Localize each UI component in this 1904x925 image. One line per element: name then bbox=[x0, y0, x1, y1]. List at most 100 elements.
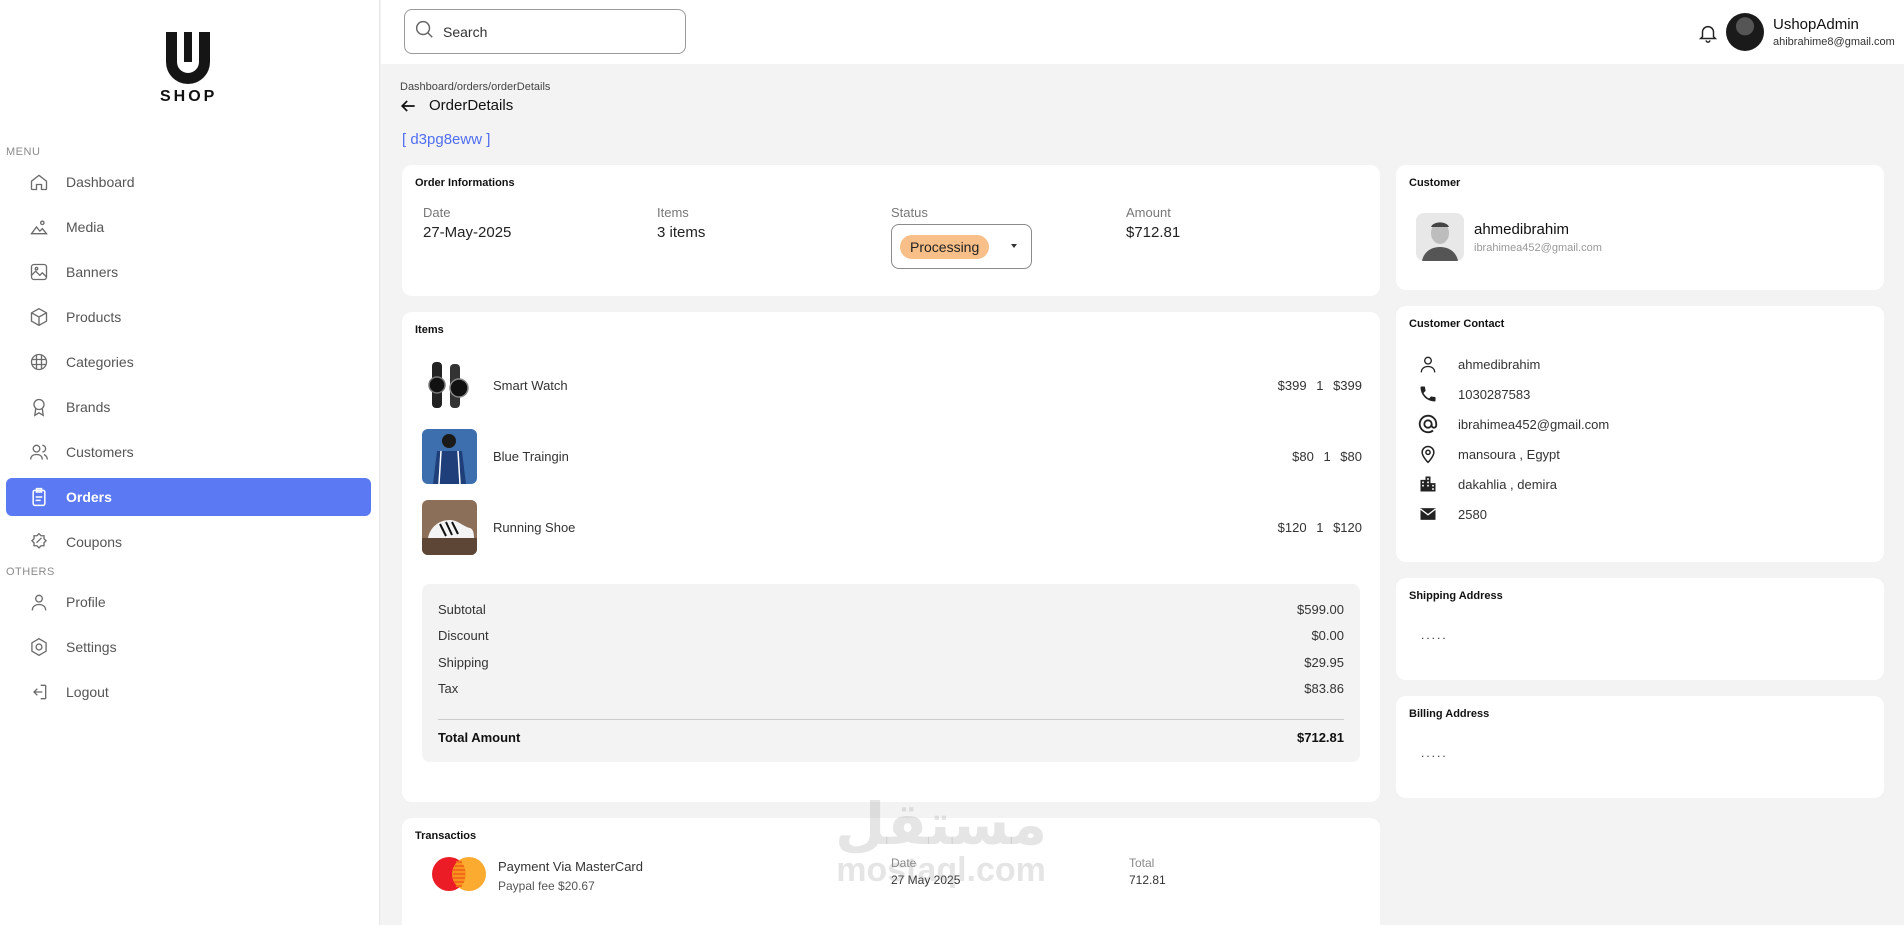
sidebar-item-products[interactable]: Products bbox=[6, 298, 371, 336]
logo-text: SHOP bbox=[160, 88, 218, 105]
sidebar-item-banners[interactable]: Banners bbox=[6, 253, 371, 291]
sidebar-item-label: Categories bbox=[66, 354, 134, 370]
admin-avatar[interactable] bbox=[1726, 13, 1764, 51]
customer-contact-card: Customer Contact ahmedibrahim 1030287583… bbox=[1396, 306, 1884, 562]
product-image bbox=[422, 357, 477, 413]
status-badge: Processing bbox=[900, 234, 990, 259]
image-icon bbox=[28, 216, 50, 238]
date-label: Date bbox=[891, 856, 917, 870]
items-value: 3 items bbox=[657, 224, 706, 241]
order-id[interactable]: [ d3pg8eww ] bbox=[402, 131, 490, 148]
gear-icon bbox=[28, 636, 50, 658]
transaction-total: Total 712.81 bbox=[1129, 856, 1166, 887]
billing-address-value: ..... bbox=[1421, 746, 1448, 760]
sidebar-item-profile[interactable]: Profile bbox=[6, 583, 371, 621]
subtotal-value: $599.00 bbox=[1297, 602, 1344, 617]
search-icon bbox=[413, 18, 435, 45]
sidebar-item-logout[interactable]: Logout bbox=[6, 673, 371, 711]
phone-icon bbox=[1416, 382, 1440, 406]
at-sign-icon bbox=[1416, 412, 1440, 436]
transaction-date: Date 27 May 2025 bbox=[891, 856, 960, 887]
caret-down-icon bbox=[1011, 244, 1017, 248]
item-name: Blue Traingin bbox=[493, 448, 569, 464]
contact-city-row: dakahlia , demira bbox=[1416, 472, 1557, 496]
subtotal-label: Subtotal bbox=[438, 602, 486, 617]
shipping-address-card: Shipping Address ..... bbox=[1396, 578, 1884, 680]
contact-email-row: ibrahimea452@gmail.com bbox=[1416, 412, 1609, 436]
card-title: Shipping Address bbox=[1409, 590, 1503, 602]
card-title: Order Informations bbox=[415, 177, 515, 189]
back-arrow-icon[interactable] bbox=[398, 96, 418, 116]
award-icon bbox=[28, 396, 50, 418]
customer-email: ibrahimea452@gmail.com bbox=[1474, 242, 1602, 254]
product-image bbox=[422, 428, 477, 484]
amount-label: Amount bbox=[1126, 205, 1171, 220]
order-amount: Amount $712.81 bbox=[1126, 205, 1180, 241]
order-info-card: Order Informations Date 27-May-2025 Item… bbox=[402, 165, 1380, 296]
sidebar-item-label: Dashboard bbox=[66, 174, 135, 190]
menu-section-label: MENU bbox=[6, 146, 41, 158]
contact-name: ahmedibrahim bbox=[1458, 356, 1541, 372]
sidebar-item-settings[interactable]: Settings bbox=[6, 628, 371, 666]
mastercard-icon bbox=[430, 856, 488, 892]
shipping-row: Shipping $29.95 bbox=[438, 655, 1344, 670]
customer-avatar[interactable] bbox=[1416, 213, 1464, 261]
order-date: Date 27-May-2025 bbox=[423, 205, 511, 241]
list-item[interactable]: Smart Watch $399 1 $399 bbox=[422, 357, 1362, 413]
shipping-value: $29.95 bbox=[1304, 655, 1344, 670]
sidebar-item-coupons[interactable]: Coupons bbox=[6, 523, 371, 561]
list-item[interactable]: Blue Traingin $80 1 $80 bbox=[422, 428, 1362, 484]
banner-icon bbox=[28, 261, 50, 283]
list-item[interactable]: Running Shoe $120 1 $120 bbox=[422, 499, 1362, 555]
search-input[interactable] bbox=[443, 23, 663, 40]
notification-bell-icon[interactable] bbox=[1697, 22, 1719, 44]
mail-icon bbox=[1416, 502, 1440, 526]
item-price: $399 bbox=[1277, 377, 1307, 393]
contact-location: mansoura , Egypt bbox=[1458, 446, 1560, 462]
discount-row: Discount $0.00 bbox=[438, 628, 1344, 643]
sidebar-item-label: Settings bbox=[66, 639, 117, 655]
logout-icon bbox=[28, 681, 50, 703]
items-label: Items bbox=[657, 205, 689, 220]
billing-address-card: Billing Address ..... bbox=[1396, 696, 1884, 798]
contact-phone-row: 1030287583 bbox=[1416, 382, 1530, 406]
date-value: 27 May 2025 bbox=[891, 873, 961, 887]
total-row: Total Amount $712.81 bbox=[438, 730, 1344, 745]
sidebar-item-label: Orders bbox=[66, 489, 112, 505]
customer-name[interactable]: ahmedibrahim bbox=[1474, 221, 1569, 238]
home-icon bbox=[28, 171, 50, 193]
card-title: Customer Contact bbox=[1409, 318, 1505, 330]
sidebar-item-customers[interactable]: Customers bbox=[6, 433, 371, 471]
sidebar-item-orders[interactable]: Orders bbox=[6, 478, 371, 516]
item-name: Running Shoe bbox=[493, 519, 576, 535]
search-box[interactable] bbox=[404, 9, 686, 54]
sidebar-item-media[interactable]: Media bbox=[6, 208, 371, 246]
item-pricing: $80 1 $80 bbox=[1292, 449, 1362, 464]
order-summary: Subtotal $599.00 Discount $0.00 Shipping… bbox=[422, 584, 1360, 762]
sidebar-item-categories[interactable]: Categories bbox=[6, 343, 371, 381]
coupon-icon bbox=[28, 531, 50, 553]
date-value: 27-May-2025 bbox=[423, 224, 512, 241]
sidebar-item-dashboard[interactable]: Dashboard bbox=[6, 163, 371, 201]
building-icon bbox=[1416, 472, 1440, 496]
contact-location-row: mansoura , Egypt bbox=[1416, 442, 1560, 466]
item-pricing: $399 1 $399 bbox=[1278, 378, 1362, 393]
total-label: Total bbox=[1129, 856, 1155, 870]
page-title: OrderDetails bbox=[429, 97, 514, 114]
total-value: $712.81 bbox=[1297, 730, 1344, 745]
amount-value: $712.81 bbox=[1126, 224, 1181, 241]
status-label: Status bbox=[891, 205, 928, 220]
sidebar-item-brands[interactable]: Brands bbox=[6, 388, 371, 426]
breadcrumb[interactable]: Dashboard/orders/orderDetails bbox=[400, 81, 550, 93]
status-dropdown[interactable]: Processing bbox=[891, 224, 1032, 269]
total-label: Total Amount bbox=[438, 730, 521, 745]
transactions-card: Transactios Payment Via MasterCard Paypa… bbox=[402, 818, 1380, 925]
shipping-label: Shipping bbox=[438, 655, 489, 670]
contact-postal-row: 2580 bbox=[1416, 502, 1487, 526]
users-icon bbox=[28, 441, 50, 463]
contact-email: ibrahimea452@gmail.com bbox=[1458, 416, 1610, 432]
shop-logo[interactable]: SHOP bbox=[160, 32, 216, 106]
logo-mark bbox=[166, 32, 210, 84]
item-price: $120 bbox=[1277, 519, 1307, 535]
shipping-address-value: ..... bbox=[1421, 628, 1448, 642]
